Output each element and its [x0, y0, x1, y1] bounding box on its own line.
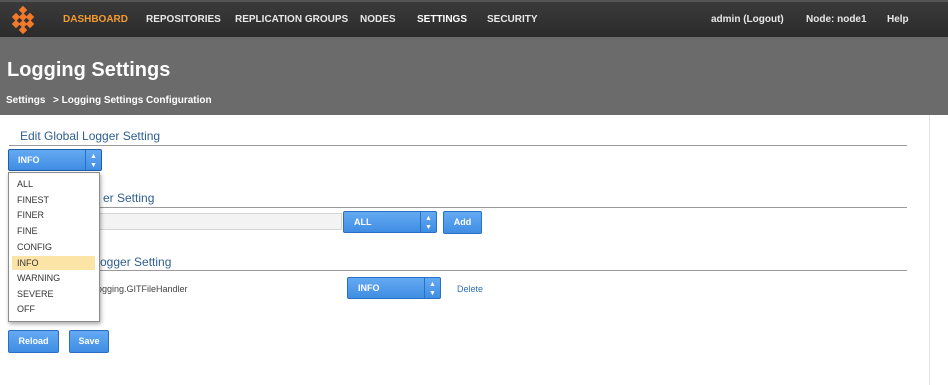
- global-logger-level-dropdown: ALL FINEST FINER FINE CONFIG INFO WARNIN…: [8, 172, 100, 322]
- nav-repositories[interactable]: REPOSITORIES: [146, 2, 221, 39]
- content-divider: [929, 115, 930, 385]
- option-config[interactable]: CONFIG: [12, 240, 95, 254]
- option-finest[interactable]: FINEST: [12, 193, 95, 207]
- nav-security[interactable]: SECURITY: [487, 2, 538, 39]
- section-title-edit-logger: ogger Setting: [100, 255, 172, 269]
- user-logout-link[interactable]: admin (Logout): [711, 2, 784, 39]
- section-divider: [9, 270, 907, 271]
- logger-handler-name: s.logging.GITFileHandler: [88, 284, 188, 294]
- breadcrumb-current: > Logging Settings Configuration: [53, 95, 212, 106]
- delete-link[interactable]: Delete: [457, 284, 483, 294]
- reload-button[interactable]: Reload: [8, 330, 59, 353]
- option-off[interactable]: OFF: [12, 302, 95, 316]
- breadcrumb-settings[interactable]: Settings: [6, 95, 45, 106]
- select-arrows-icon: ▲ ▼: [424, 278, 440, 298]
- option-all[interactable]: ALL: [12, 177, 95, 191]
- add-logger-level-select[interactable]: ALL ▲ ▼: [343, 211, 437, 233]
- diamond-logo-icon[interactable]: [10, 6, 36, 34]
- nav-replication-groups[interactable]: REPLICATION GROUPS: [235, 2, 348, 39]
- section-title-add-logger: er Setting: [103, 191, 155, 205]
- page-header: Logging Settings Settings > Logging Sett…: [0, 37, 948, 115]
- top-nav-bar: DASHBOARD REPOSITORIES REPLICATION GROUP…: [0, 0, 948, 37]
- edit-logger-level-select[interactable]: INFO ▲ ▼: [347, 277, 441, 299]
- save-button[interactable]: Save: [69, 330, 109, 353]
- node-indicator: Node: node1: [806, 14, 867, 25]
- section-divider: [9, 145, 907, 146]
- select-arrows-icon: ▲ ▼: [85, 150, 101, 170]
- option-warning[interactable]: WARNING: [12, 271, 95, 285]
- add-button[interactable]: Add: [443, 211, 482, 234]
- option-finer[interactable]: FINER: [12, 208, 95, 222]
- section-title-global-logger: Edit Global Logger Setting: [20, 129, 161, 143]
- select-arrows-icon: ▲ ▼: [420, 212, 436, 232]
- nav-nodes[interactable]: NODES: [360, 2, 396, 39]
- select-value: INFO: [358, 283, 380, 293]
- nav-help[interactable]: Help: [887, 2, 909, 39]
- nav-dashboard[interactable]: DASHBOARD: [63, 2, 128, 39]
- page-title: Logging Settings: [7, 59, 171, 81]
- nav-settings[interactable]: SETTINGS: [417, 2, 467, 39]
- select-value: ALL: [354, 217, 372, 227]
- global-logger-level-select[interactable]: INFO ▲ ▼: [8, 149, 102, 171]
- option-info[interactable]: INFO: [12, 256, 95, 270]
- select-value: INFO: [18, 155, 40, 165]
- section-divider: [9, 207, 907, 208]
- option-fine[interactable]: FINE: [12, 224, 95, 238]
- option-severe[interactable]: SEVERE: [12, 287, 95, 301]
